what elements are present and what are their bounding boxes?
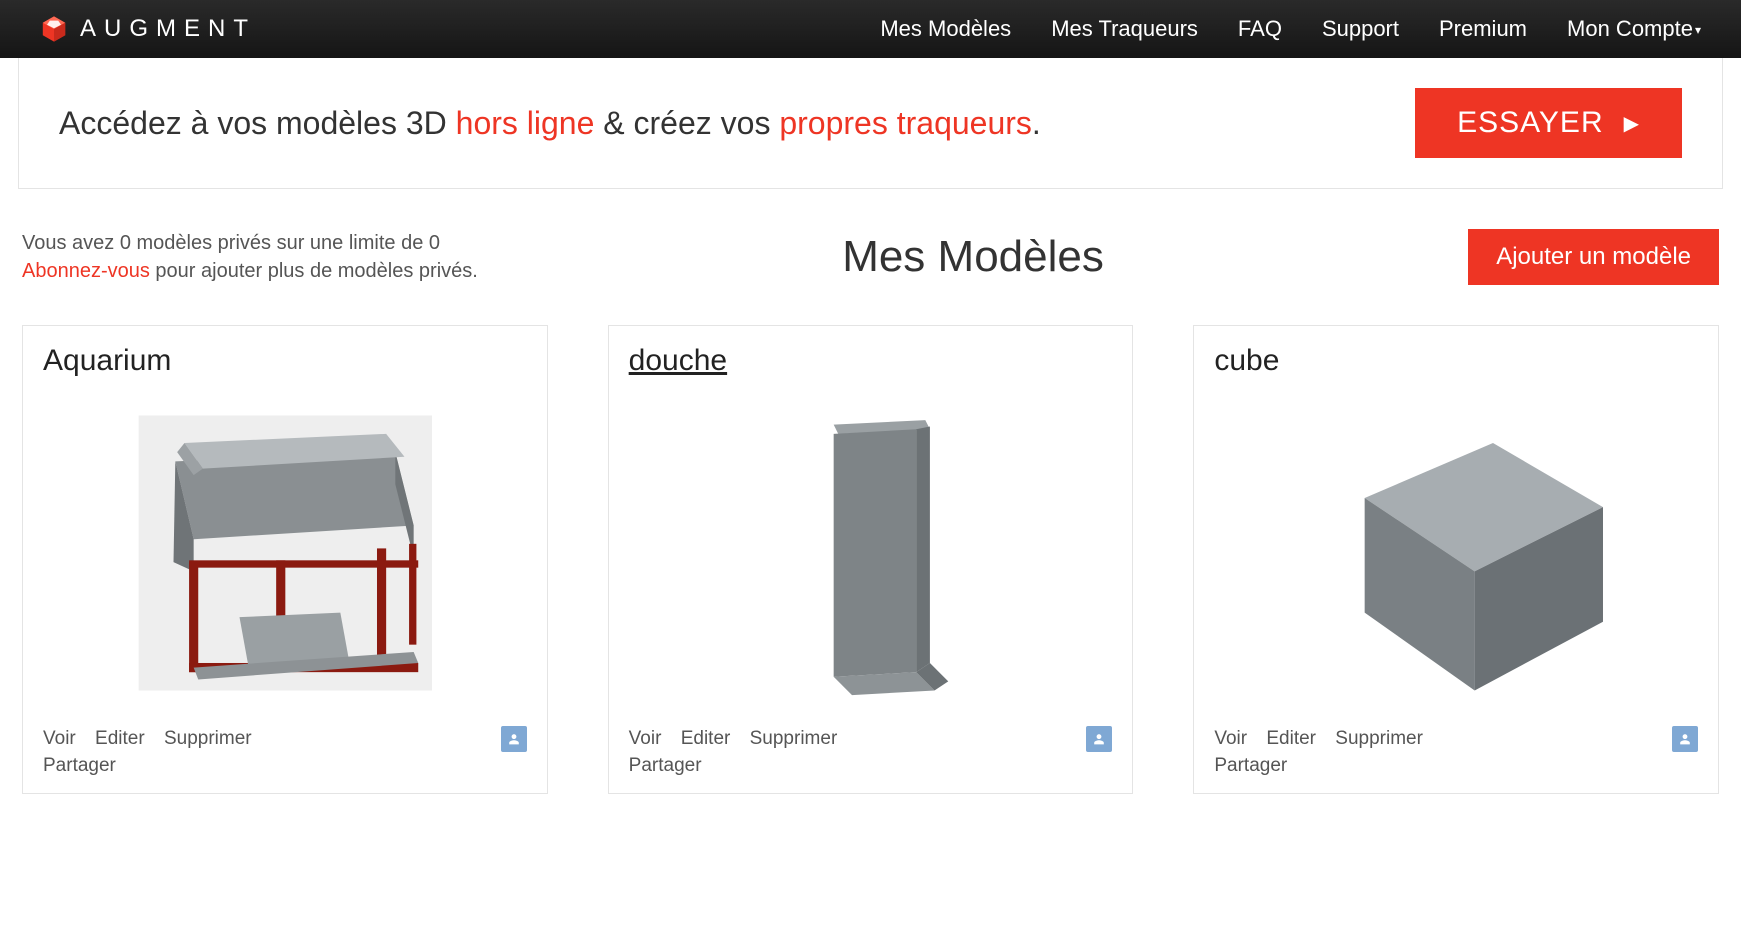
add-model-button[interactable]: Ajouter un modèle	[1468, 229, 1719, 285]
brand-name: AUGMENT	[80, 15, 256, 43]
share-icon[interactable]	[501, 726, 527, 752]
model-card: Aquarium	[22, 325, 548, 794]
model-title[interactable]: douche	[629, 344, 1113, 378]
model-action-links: Voir Editer Supprimer Partager	[1214, 726, 1437, 779]
model-card: cube Voir Editer Supprimer Partager	[1193, 325, 1719, 794]
nav-faq[interactable]: FAQ	[1238, 16, 1282, 42]
delete-link[interactable]: Supprimer	[1335, 728, 1423, 749]
view-link[interactable]: Voir	[629, 728, 662, 749]
edit-link[interactable]: Editer	[1266, 728, 1316, 749]
banner-text: Accédez à vos modèles 3D hors ligne & cr…	[59, 105, 1041, 142]
nav-support[interactable]: Support	[1322, 16, 1399, 42]
share-link[interactable]: Partager	[629, 755, 702, 776]
nav-premium[interactable]: Premium	[1439, 16, 1527, 42]
play-icon: ▶	[1624, 111, 1640, 136]
share-link[interactable]: Partager	[43, 755, 116, 776]
edit-link[interactable]: Editer	[681, 728, 731, 749]
delete-link[interactable]: Supprimer	[750, 728, 838, 749]
edit-link[interactable]: Editer	[95, 728, 145, 749]
view-link[interactable]: Voir	[1214, 728, 1247, 749]
model-thumbnail[interactable]	[43, 388, 527, 718]
nav-mes-traqueurs[interactable]: Mes Traqueurs	[1051, 16, 1198, 42]
delete-link[interactable]: Supprimer	[164, 728, 252, 749]
view-link[interactable]: Voir	[43, 728, 76, 749]
share-icon[interactable]	[1672, 726, 1698, 752]
cube-logo-icon	[40, 15, 68, 43]
subscribe-link[interactable]: Abonnez-vous	[22, 260, 150, 282]
page-header-row: Vous avez 0 modèles privés sur une limit…	[0, 189, 1741, 315]
nav-mon-compte[interactable]: Mon Compte▾	[1567, 16, 1701, 42]
page-title: Mes Modèles	[478, 232, 1468, 282]
try-button[interactable]: ESSAYER ▶	[1415, 88, 1682, 158]
share-link[interactable]: Partager	[1214, 755, 1287, 776]
nav-mes-modeles[interactable]: Mes Modèles	[880, 16, 1011, 42]
chevron-down-icon: ▾	[1695, 23, 1701, 37]
models-grid: Aquarium	[0, 315, 1741, 824]
model-thumbnail[interactable]	[1214, 388, 1698, 718]
promo-banner: Accédez à vos modèles 3D hors ligne & cr…	[18, 58, 1723, 189]
model-title[interactable]: cube	[1214, 344, 1698, 378]
brand-logo[interactable]: AUGMENT	[40, 15, 256, 43]
model-title[interactable]: Aquarium	[43, 344, 527, 378]
model-action-links: Voir Editer Supprimer Partager	[629, 726, 852, 779]
nav-links: Mes Modèles Mes Traqueurs FAQ Support Pr…	[880, 16, 1701, 42]
model-card: douche Voir Editer Supprimer Partager	[608, 325, 1134, 794]
model-action-links: Voir Editer Supprimer Partager	[43, 726, 266, 779]
share-icon[interactable]	[1086, 726, 1112, 752]
quota-info: Vous avez 0 modèles privés sur une limit…	[22, 229, 478, 285]
model-thumbnail[interactable]	[629, 388, 1113, 718]
top-navbar: AUGMENT Mes Modèles Mes Traqueurs FAQ Su…	[0, 0, 1741, 58]
